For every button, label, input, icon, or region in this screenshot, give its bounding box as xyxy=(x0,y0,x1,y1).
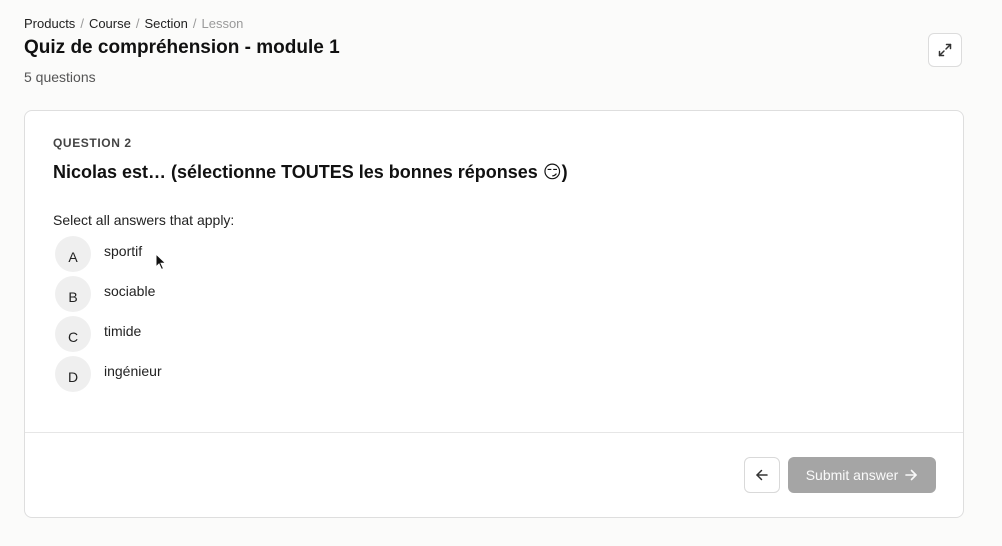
quiz-page: Products / Course / Section / Lesson Qui… xyxy=(0,0,1002,546)
expand-button[interactable] xyxy=(928,33,962,67)
submit-label: Submit answer xyxy=(805,467,899,483)
page-title: Quiz de compréhension - module 1 xyxy=(24,37,340,58)
answer-option-d[interactable]: D ingénieur xyxy=(55,354,355,394)
breadcrumb-separator: / xyxy=(80,16,84,31)
breadcrumb-separator: / xyxy=(192,16,197,31)
answer-option-b[interactable]: B sociable xyxy=(55,274,355,314)
question-number-label: QUESTION 2 xyxy=(53,136,132,150)
breadcrumb-current-lesson: Lesson xyxy=(201,16,244,31)
breadcrumb-section[interactable]: Section xyxy=(144,16,187,32)
expand-icon xyxy=(938,43,952,57)
breadcrumb-separator: / xyxy=(135,16,140,31)
answer-options: A sportif B sociable C timide D ingénieu… xyxy=(55,234,355,394)
breadcrumb-course[interactable]: Course xyxy=(89,16,131,32)
back-button[interactable] xyxy=(744,457,780,493)
option-letter-badge: C xyxy=(55,316,91,352)
breadcrumb-products[interactable]: Products xyxy=(24,16,75,32)
question-card: QUESTION 2 Nicolas est… (sélectionne TOU… xyxy=(24,110,964,518)
submit-answer-button[interactable]: Submit answer xyxy=(788,457,936,493)
arrow-left-icon xyxy=(756,469,768,481)
answer-option-a[interactable]: A sportif xyxy=(55,234,355,274)
footer-divider xyxy=(25,432,963,433)
breadcrumb: Products / Course / Section / Lesson xyxy=(24,16,243,32)
option-text: sportif xyxy=(104,243,143,259)
arrow-right-icon xyxy=(905,469,918,481)
option-letter-badge: B xyxy=(55,276,91,312)
question-count: 5 questions xyxy=(24,69,96,85)
question-text: Nicolas est… (sélectionne TOUTES les bon… xyxy=(53,162,568,182)
option-letter-badge: A xyxy=(55,236,91,272)
option-text: sociable xyxy=(104,283,156,299)
option-letter-badge: D xyxy=(55,356,91,392)
option-text: timide xyxy=(104,323,142,339)
question-instructions: Select all answers that apply: xyxy=(53,212,235,228)
answer-option-c[interactable]: C timide xyxy=(55,314,355,354)
mouse-cursor-icon xyxy=(155,253,167,271)
option-text: ingénieur xyxy=(104,363,162,379)
